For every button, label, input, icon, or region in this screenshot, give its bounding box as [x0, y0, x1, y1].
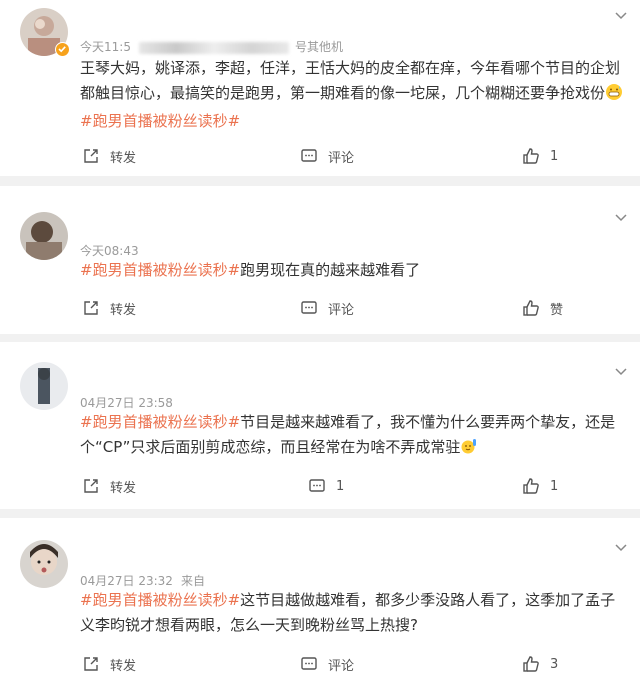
share-label: 转发 [110, 658, 137, 674]
post-text: #跑男首播被粉丝读秒#节目是越来越难看了，我不懂为什么要弄两个挚友，还是个“CP… [80, 410, 625, 463]
share-icon [84, 657, 98, 671]
post-card: 今天11:5 号其他机 王琴大妈，姚译添，李超，任洋，王恬大妈的皮全都在痒，今年看… [0, 0, 640, 176]
hashtag-link[interactable]: #跑男首播被粉丝读秒# [80, 413, 240, 431]
post-body: 王琴大妈，姚译添，李超，任洋，王恬大妈的皮全都在痒，今年看哪个节目的企划都触目惊… [80, 59, 621, 102]
blurred-nickname [138, 41, 289, 54]
hashtag-link[interactable]: #跑男首播被粉丝读秒# [80, 112, 240, 130]
post-card: 今天08:43 #跑男首播被粉丝读秒#跑男现在真的越来越难看了 转发 评论 赞 [0, 186, 640, 334]
share-icon [84, 479, 98, 493]
share-button[interactable]: 转发 [82, 474, 136, 498]
like-button[interactable]: 赞 [522, 296, 563, 320]
comment-button[interactable]: 评论 [300, 144, 354, 168]
post-meta: 04月27日 23:32 来自 [80, 572, 213, 589]
post-meta: 今天08:43 [80, 242, 147, 259]
post-time: 04月27日 23:32 [80, 574, 173, 588]
comment-icon [309, 479, 325, 492]
chevron-down-icon[interactable] [614, 6, 628, 20]
comment-button[interactable]: 评论 [300, 296, 354, 320]
share-label: 转发 [110, 150, 137, 166]
share-label: 转发 [110, 302, 137, 318]
avatar[interactable] [20, 362, 68, 410]
post-text: #跑男首播被粉丝读秒#这节目越做越难看，都多少季没路人看了，这季加了孟子义李昀锐… [80, 588, 625, 638]
post-time: 今天08:43 [80, 244, 139, 258]
avatar[interactable] [20, 540, 68, 588]
post-text: 王琴大妈，姚译添，李超，任洋，王恬大妈的皮全都在痒，今年看哪个节目的企划都触目惊… [80, 56, 625, 134]
like-icon [523, 656, 539, 672]
comment-label: 评论 [328, 150, 355, 166]
post-body: 跑男现在真的越来越难看了 [240, 261, 421, 279]
like-label: 1 [550, 478, 559, 494]
action-bar: 转发 评论 1 [0, 144, 640, 168]
comment-label: 1 [336, 478, 345, 494]
comment-label: 评论 [328, 658, 355, 674]
post-card: 04月27日 23:32 来自 #跑男首播被粉丝读秒#这节目越做越难看，都多少季没… [0, 518, 640, 679]
hashtag-link[interactable]: #跑男首播被粉丝读秒# [80, 261, 240, 279]
post-time: 今天11:5 [80, 40, 131, 54]
post-meta: 04月27日 23:58 [80, 394, 181, 411]
action-bar: 转发 评论 3 [0, 652, 640, 676]
verified-icon [55, 42, 70, 57]
action-bar: 转发 1 1 [0, 474, 640, 498]
comment-icon [301, 149, 317, 162]
comment-button[interactable]: 评论 [300, 652, 354, 676]
share-icon [84, 149, 98, 163]
like-icon [523, 478, 539, 494]
like-button[interactable]: 1 [522, 474, 558, 498]
like-icon [523, 300, 539, 316]
like-button[interactable]: 1 [522, 144, 558, 168]
share-icon [84, 301, 98, 315]
comment-icon [301, 301, 317, 314]
comment-label: 评论 [328, 302, 355, 318]
chevron-down-icon[interactable] [614, 208, 628, 222]
like-label: 3 [550, 656, 559, 672]
share-button[interactable]: 转发 [82, 296, 136, 320]
share-button[interactable]: 转发 [82, 652, 136, 676]
post-card: 04月27日 23:58 #跑男首播被粉丝读秒#节目是越来越难看了，我不懂为什么… [0, 342, 640, 509]
comment-icon [301, 657, 317, 670]
comment-feed: 今天11:5 号其他机 王琴大妈，姚译添，李超，任洋，王恬大妈的皮全都在痒，今年看… [0, 0, 640, 679]
post-text: #跑男首播被粉丝读秒#跑男现在真的越来越难看了 [80, 258, 625, 283]
like-label: 赞 [550, 302, 564, 318]
like-button[interactable]: 3 [522, 652, 558, 676]
chevron-down-icon[interactable] [614, 362, 628, 376]
share-label: 转发 [110, 480, 137, 496]
hashtag-link[interactable]: #跑男首播被粉丝读秒# [80, 591, 240, 609]
share-button[interactable]: 转发 [82, 144, 136, 168]
post-time: 04月27日 23:58 [80, 396, 173, 410]
post-source: 号其他机 [294, 40, 343, 54]
comment-button[interactable]: 1 [308, 474, 344, 498]
action-bar: 转发 评论 赞 [0, 296, 640, 320]
chevron-down-icon[interactable] [614, 538, 628, 552]
avatar[interactable] [20, 212, 68, 260]
like-icon [523, 148, 539, 164]
raising-hand-emoji [460, 437, 478, 463]
post-source: 来自 [180, 574, 205, 588]
like-label: 1 [550, 148, 559, 164]
grin-sweat-emoji [605, 83, 623, 109]
post-meta: 今天11:5 号其他机 [80, 38, 351, 55]
